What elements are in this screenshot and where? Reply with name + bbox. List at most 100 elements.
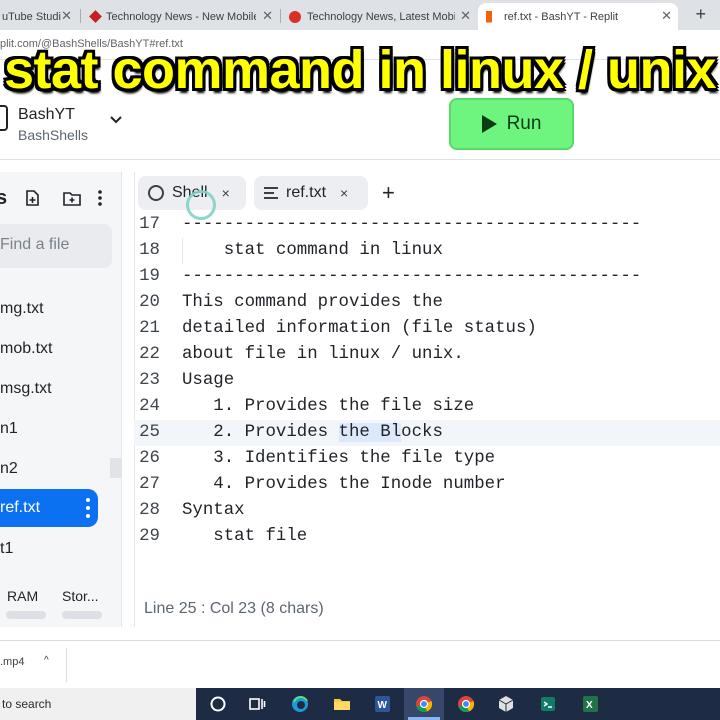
line-text: detailed information (file status) — [182, 319, 537, 338]
browser-tab-technology-news-1[interactable]: Technology News - New Mobile ✕ — [81, 3, 279, 30]
browser-tab-title: Technology News - New Mobile — [106, 10, 256, 23]
file-explorer-icon[interactable] — [332, 694, 352, 714]
code-line: 20 This command provides the — [134, 290, 720, 316]
line-text: 4. Provides the Inode number — [182, 475, 506, 494]
line-number: 19 — [139, 267, 160, 286]
task-view-icon[interactable] — [247, 694, 267, 714]
line-text: 3. Identifies the file type — [182, 449, 496, 468]
storage-label: Stor... — [62, 588, 99, 604]
close-icon[interactable]: ✕ — [460, 8, 471, 24]
line-number: 27 — [139, 475, 160, 494]
close-icon[interactable]: ✕ — [661, 8, 672, 24]
file-name: n2 — [0, 460, 18, 477]
line-number: 29 — [139, 527, 160, 546]
excel-icon[interactable]: X — [580, 694, 600, 714]
find-file-box[interactable] — [0, 224, 112, 268]
file-item[interactable]: n1 — [0, 410, 98, 448]
line-number: 26 — [139, 449, 160, 468]
close-icon[interactable]: ✕ — [262, 8, 273, 24]
downloads-bar — [0, 640, 720, 688]
file-name: mob.txt — [0, 340, 53, 357]
code-line-current: 25 2. Provides the Blocks — [134, 420, 720, 446]
line-number: 20 — [139, 293, 160, 312]
file-name: n1 — [0, 420, 18, 437]
chevron-up-icon[interactable]: ^ — [44, 655, 49, 666]
chrome-profile-icon[interactable] — [456, 694, 476, 714]
cortana-icon[interactable] — [208, 694, 228, 714]
code-line: 19 --------------------------------------… — [134, 264, 720, 290]
shell-icon — [148, 185, 164, 201]
edge-browser-icon[interactable] — [290, 694, 310, 714]
line-number: 24 — [139, 397, 160, 416]
replit-favicon-icon — [486, 10, 498, 23]
run-button-label: Run — [506, 113, 542, 134]
storage-usage-bar — [62, 611, 102, 619]
line-text: stat command in linux — [182, 241, 443, 260]
terminal-app-icon[interactable] — [538, 694, 558, 714]
files-panel-title: s — [0, 187, 8, 209]
file-name: t1 — [0, 540, 14, 557]
close-icon[interactable]: ✕ — [61, 8, 72, 24]
code-line: 22 about file in linux / unix. — [134, 342, 720, 368]
line-text: Usage — [182, 371, 235, 390]
code-line: 17 --------------------------------------… — [134, 212, 720, 238]
browser-tab-title: uTube Studi — [2, 10, 61, 23]
download-file-name[interactable]: .mp4 — [0, 656, 24, 668]
file-name: msg.txt — [0, 380, 52, 397]
svg-text:X: X — [586, 700, 593, 711]
add-file-icon[interactable] — [23, 189, 41, 207]
file-item[interactable]: t1 — [0, 530, 98, 568]
line-text: 1. Provides the file size — [182, 397, 475, 416]
line-text: ----------------------------------------… — [182, 215, 642, 234]
browser-tab-technology-news-2[interactable]: Technology News, Latest Mobile ✕ — [281, 3, 477, 30]
line-text-before: 2. Provides — [182, 423, 339, 442]
text-file-icon — [264, 187, 278, 199]
code-line: 18 stat command in linux — [134, 238, 720, 264]
repl-icon — [0, 105, 8, 131]
run-button[interactable]: Run — [449, 98, 574, 150]
line-number: 18 — [139, 241, 160, 260]
svg-text:W: W — [378, 700, 388, 711]
sidebar-scrollbar[interactable] — [110, 458, 122, 478]
cursor-status: Line 25 : Col 23 (8 chars) — [144, 600, 324, 617]
find-file-input[interactable] — [0, 236, 100, 254]
file-item-active[interactable]: ref.txt — [0, 489, 98, 527]
site-favicon-icon — [289, 10, 301, 23]
repl-name[interactable]: BashYT — [18, 106, 75, 124]
close-icon[interactable]: × — [340, 185, 348, 201]
browser-tab-replit[interactable]: ref.txt - BashYT - Replit ✕ — [478, 3, 678, 30]
file-name: mg.txt — [0, 300, 44, 317]
chevron-down-icon[interactable] — [108, 112, 124, 128]
line-text-after: ocks — [401, 423, 443, 442]
add-tab-button[interactable]: + — [382, 180, 395, 206]
close-icon[interactable]: × — [222, 185, 230, 201]
more-options-icon[interactable] — [92, 189, 108, 207]
file-item[interactable]: msg.txt — [0, 370, 98, 408]
line-number: 28 — [139, 501, 160, 520]
chrome-icon[interactable] — [414, 694, 434, 714]
word-icon[interactable]: W — [372, 694, 392, 714]
code-editor[interactable]: 17 --------------------------------------… — [134, 212, 720, 572]
tab-ref-txt[interactable]: ref.txt × — [254, 176, 368, 210]
code-line: 21 detailed information (file status) — [134, 316, 720, 342]
browser-tab-strip: uTube Studi ✕ Technology News - New Mobi… — [0, 0, 720, 30]
code-line: 23 Usage — [134, 368, 720, 394]
selected-text: the Bl — [338, 423, 402, 442]
ram-label: RAM — [7, 588, 39, 604]
code-line: 27 4. Provides the Inode number — [134, 472, 720, 498]
add-folder-icon[interactable] — [63, 189, 81, 207]
line-text: about file in linux / unix. — [182, 345, 464, 364]
line-text: This command provides the — [182, 293, 443, 312]
file-item[interactable]: n2 — [0, 450, 98, 488]
video-title-overlay: stat command in linux / unix — [3, 40, 717, 100]
file-menu-icon[interactable] — [86, 498, 90, 518]
app-cube-icon[interactable] — [496, 694, 516, 714]
new-tab-button[interactable]: + — [695, 4, 706, 25]
taskbar-search-box[interactable]: to search — [0, 688, 196, 720]
line-text: 2. Provides the Blocks — [182, 420, 443, 446]
code-line: 28 Syntax — [134, 498, 720, 524]
browser-tab-youtube-studio[interactable]: uTube Studi ✕ — [0, 3, 78, 30]
file-item[interactable]: mob.txt — [0, 330, 98, 368]
repl-owner[interactable]: BashShells — [18, 127, 88, 143]
file-item[interactable]: mg.txt — [0, 290, 98, 328]
